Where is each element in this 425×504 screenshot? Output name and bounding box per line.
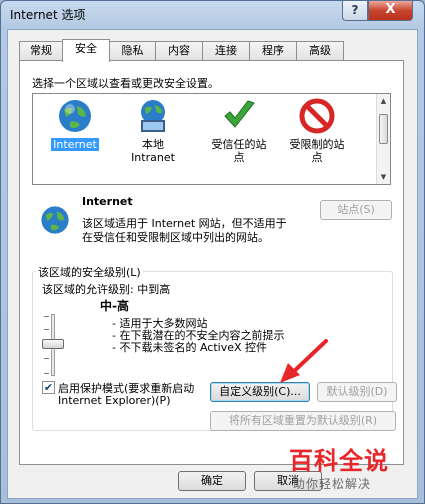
protected-mode-checkbox[interactable]: ✔ <box>42 381 55 394</box>
scroll-up-icon[interactable]: ▲ <box>377 94 390 108</box>
watermark-title: 百科全说 <box>289 447 389 475</box>
zone-internet[interactable]: Internet <box>41 96 109 151</box>
security-panel: 选择一个区域以查看或更改安全设置。 Internet 本地 Intranet 受… <box>19 60 404 465</box>
dialog-window: Internet 选项 ? X 常规 安全 隐私 内容 连接 程序 高级 选择一… <box>0 0 425 504</box>
tab-security[interactable]: 安全 <box>62 39 110 62</box>
zone-label-line2: 点 <box>311 151 323 164</box>
default-level-button[interactable]: 默认级别(D) <box>317 382 397 402</box>
zone-globe-icon <box>38 203 72 240</box>
zone-label-line2: 点 <box>233 151 245 164</box>
security-level-title: 该区域的安全级别(L) <box>36 264 143 280</box>
security-slider-thumb[interactable] <box>42 339 64 349</box>
zone-trusted-sites[interactable]: 受信任的站 点 <box>201 96 277 164</box>
zone-scrollbar[interactable]: ▲ ▼ <box>376 94 390 184</box>
slider-tick <box>44 329 49 330</box>
zone-label: 本地 <box>142 138 164 151</box>
tab-general[interactable]: 常规 <box>19 41 63 61</box>
help-button[interactable]: ? <box>342 1 368 21</box>
zone-description-line2: 在受信任和受限制区域中列出的网站。 <box>82 231 269 244</box>
close-button[interactable]: X <box>368 1 413 21</box>
protected-mode-label-line2: Internet Explorer)(P) <box>58 394 171 407</box>
zone-label-line2: Intranet <box>131 151 175 164</box>
sites-button[interactable]: 站点(S) <box>320 200 392 220</box>
dialog-client: 常规 安全 隐私 内容 连接 程序 高级 选择一个区域以查看或更改安全设置。 I… <box>7 29 418 499</box>
zone-list: Internet 本地 Intranet 受信任的站 点 受限制的站 点 ▲ ▼ <box>32 93 391 185</box>
restricted-icon <box>297 96 337 136</box>
custom-level-button[interactable]: 自定义级别(C)... <box>210 382 310 402</box>
tab-content[interactable]: 内容 <box>155 41 203 61</box>
slider-tick <box>44 373 49 374</box>
tab-connections[interactable]: 连接 <box>202 41 250 61</box>
zone-label: 受信任的站 <box>211 138 267 151</box>
slider-tick <box>44 358 49 359</box>
tab-advanced[interactable]: 高级 <box>296 41 344 61</box>
zone-label: Internet <box>51 138 99 151</box>
watermark: 百科全说 助你轻松解决 <box>289 441 417 501</box>
zone-restricted-sites[interactable]: 受限制的站 点 <box>279 96 355 164</box>
security-level-name: 中-高 <box>100 299 129 313</box>
level-bullet-3: - 不下载未签名的 ActiveX 控件 <box>112 341 268 354</box>
globe-icon <box>55 96 95 136</box>
intranet-icon <box>133 96 173 136</box>
window-title: Internet 选项 <box>10 8 86 22</box>
scroll-down-icon[interactable]: ▼ <box>377 170 390 184</box>
slider-tick <box>44 316 49 317</box>
allowed-level-text: 该区域的允许级别: 中到高 <box>42 283 171 296</box>
zone-local-intranet[interactable]: 本地 Intranet <box>119 96 187 164</box>
zone-label: 受限制的站 <box>289 138 345 151</box>
check-icon <box>219 96 259 136</box>
tab-programs[interactable]: 程序 <box>249 41 297 61</box>
tab-privacy[interactable]: 隐私 <box>109 41 156 61</box>
ok-button[interactable]: 确定 <box>178 471 246 491</box>
zone-instruction: 选择一个区域以查看或更改安全设置。 <box>32 77 219 90</box>
watermark-subtitle: 助你轻松解决 <box>293 477 372 491</box>
reset-all-zones-button[interactable]: 将所有区域重置为默认级别(R) <box>210 411 396 431</box>
annotation-arrow-icon <box>280 339 328 383</box>
scroll-thumb[interactable] <box>379 114 388 144</box>
zone-name: Internet <box>82 195 133 208</box>
